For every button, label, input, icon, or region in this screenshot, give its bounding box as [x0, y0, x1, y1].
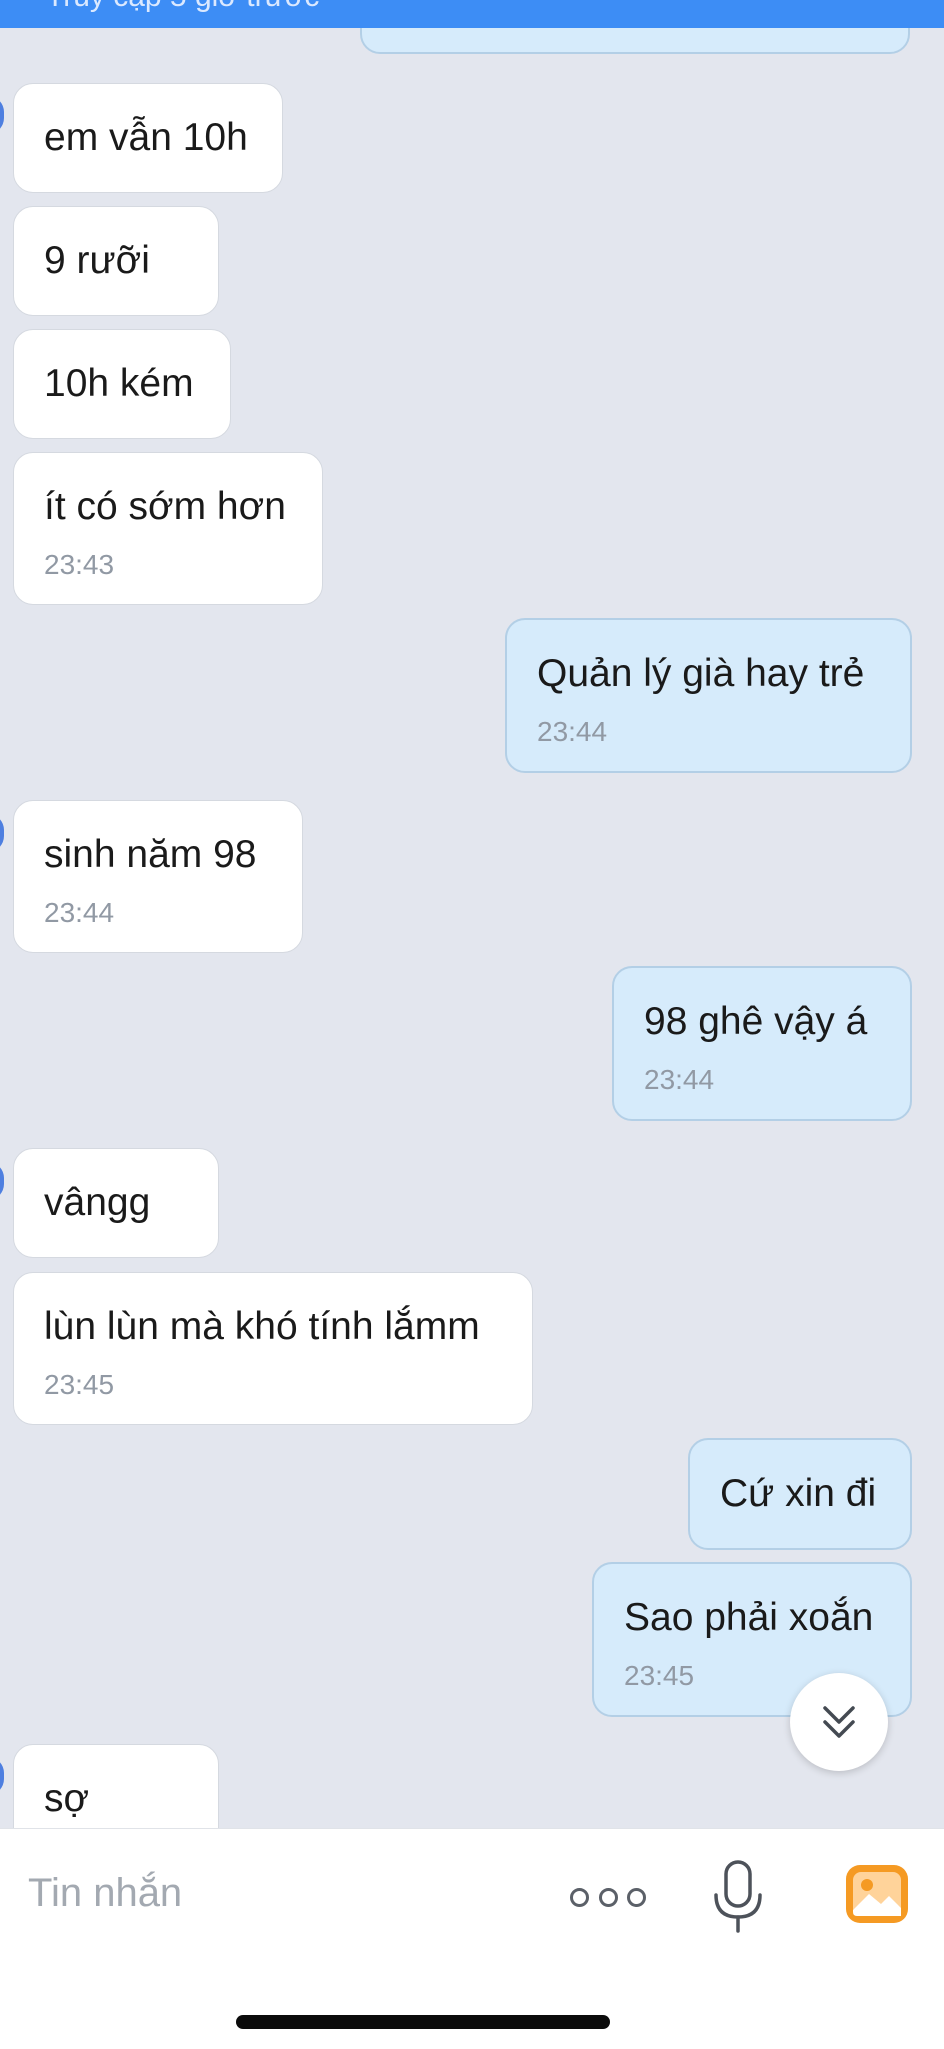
message-bubble-partial[interactable]	[360, 28, 910, 54]
message-text: Cứ xin đi	[720, 1472, 877, 1515]
message-text: sợ	[44, 1777, 90, 1820]
double-chevron-down-icon	[823, 1706, 855, 1738]
message-bubble-incoming[interactable]: 10h kém	[13, 329, 231, 439]
message-text: sinh năm 98	[44, 833, 257, 876]
message-timestamp: 23:44	[537, 716, 608, 747]
message-bubble-incoming[interactable]: em vẫn 10h	[13, 83, 283, 193]
message-input[interactable]: Tin nhắn	[28, 1871, 182, 1916]
message-timestamp: 23:45	[44, 1369, 115, 1400]
scroll-to-bottom-button[interactable]	[790, 1673, 888, 1771]
message-timestamp: 23:45	[624, 1660, 695, 1691]
message-bubble-incoming[interactable]: sợ	[13, 1744, 219, 1828]
message-timestamp: 23:43	[44, 549, 115, 580]
avatar[interactable]	[0, 814, 4, 852]
message-bubble-incoming[interactable]: ít có sớm hơn 23:43	[13, 452, 323, 605]
message-bubble-outgoing[interactable]: Quản lý già hay trẻ 23:44	[505, 618, 912, 773]
message-timestamp: 23:44	[44, 897, 115, 928]
more-dots-icon[interactable]	[570, 1885, 646, 1909]
message-text: 9 rưỡi	[44, 239, 150, 282]
microphone-icon[interactable]	[710, 1859, 766, 1933]
message-text: 10h kém	[44, 362, 194, 405]
message-composer: Tin nhắn	[0, 1828, 944, 2049]
avatar[interactable]	[0, 1757, 4, 1795]
avatar[interactable]	[0, 96, 4, 134]
message-bubble-outgoing[interactable]: Cứ xin đi	[688, 1438, 912, 1550]
message-bubble-incoming[interactable]: sinh năm 98 23:44	[13, 800, 303, 953]
message-text: ít có sớm hơn	[44, 485, 286, 528]
message-bubble-incoming[interactable]: vângg	[13, 1148, 219, 1258]
message-bubble-outgoing[interactable]: 98 ghê vậy á 23:44	[612, 966, 912, 1121]
message-text: lùn lùn mà khó tính lắmm	[44, 1305, 480, 1348]
message-bubble-incoming[interactable]: lùn lùn mà khó tính lắmm 23:45	[13, 1272, 533, 1425]
message-timestamp: 23:44	[644, 1064, 715, 1095]
message-text: vângg	[44, 1181, 151, 1224]
chat-header: Truy cập 5 giờ trước	[0, 0, 944, 28]
message-text: Sao phải xoắn	[624, 1596, 874, 1639]
image-gallery-icon[interactable]	[845, 1864, 909, 1924]
last-seen-status: Truy cập 5 giờ trước	[46, 0, 319, 14]
message-bubble-incoming[interactable]: 9 rưỡi	[13, 206, 219, 316]
message-text: Quản lý già hay trẻ	[537, 652, 865, 695]
message-text: em vẫn 10h	[44, 116, 248, 159]
message-text: 98 ghê vậy á	[644, 1000, 868, 1043]
home-indicator	[236, 2015, 610, 2029]
avatar[interactable]	[0, 1162, 4, 1200]
message-list[interactable]: em vẫn 10h 9 rưỡi 10h kém ít có sớm hơn …	[0, 28, 944, 1828]
